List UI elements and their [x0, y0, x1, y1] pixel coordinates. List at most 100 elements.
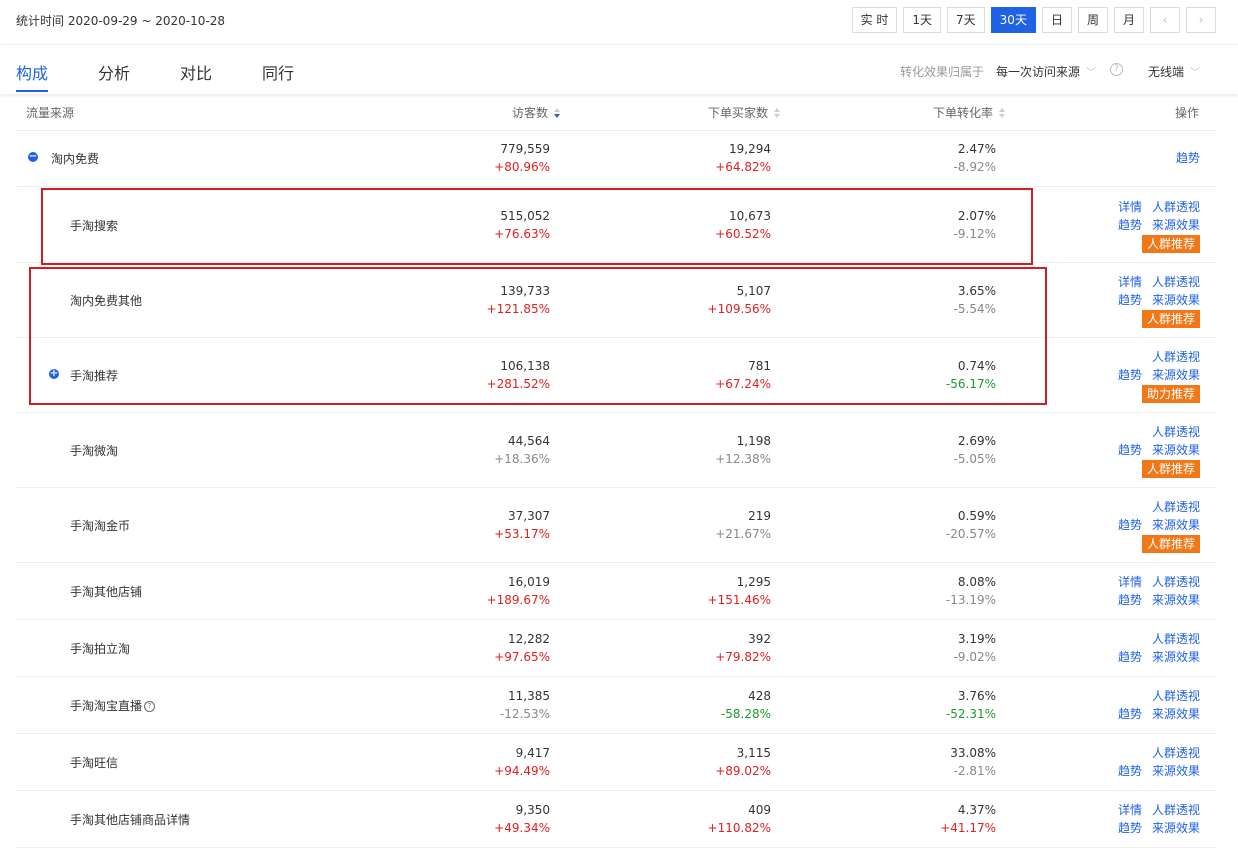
source-name: 手淘淘宝直播?	[70, 697, 156, 714]
source-effect-link[interactable]: 来源效果	[1152, 368, 1200, 382]
crowd-insight-link[interactable]: 人群透视	[1152, 632, 1200, 646]
visitors-change: +189.67%	[486, 592, 550, 607]
crowd-recommend-button[interactable]: 人群推荐	[1141, 534, 1200, 553]
collapse-icon[interactable]: −	[28, 152, 38, 162]
device-value: 无线端	[1148, 65, 1185, 79]
source-name-text: 手淘微淘	[70, 443, 119, 458]
source-effect-link[interactable]: 来源效果	[1152, 707, 1200, 721]
action-line: 人群推荐	[1108, 234, 1200, 253]
crowd-insight-link[interactable]: 人群透视	[1152, 425, 1200, 439]
detail-link[interactable]: 详情	[1118, 200, 1142, 214]
source-name: 淘内免费	[51, 150, 99, 167]
period-7day-button[interactable]: 7天	[947, 7, 985, 33]
crowd-insight-link[interactable]: 人群透视	[1152, 200, 1200, 214]
period-30day-button[interactable]: 30天	[990, 7, 1036, 33]
col-conversion[interactable]: 下单转化率	[933, 104, 1006, 121]
conversion-cell: 8.08% -13.19%	[846, 573, 996, 609]
source-effect-link[interactable]: 来源效果	[1152, 764, 1200, 778]
crowd-insight-link[interactable]: 人群透视	[1152, 689, 1200, 703]
tab-compare[interactable]: 对比	[180, 60, 212, 84]
buyers-change: +12.38%	[715, 451, 771, 466]
crowd-recommend-button[interactable]: 人群推荐	[1141, 309, 1200, 328]
crowd-insight-link[interactable]: 人群透视	[1152, 803, 1200, 817]
row-actions: 详情 人群透视 趋势 来源效果人群推荐	[1108, 198, 1200, 253]
col-visitors[interactable]: 访客数	[512, 104, 561, 121]
action-line: 人群透视	[1108, 744, 1200, 762]
period-realtime-button[interactable]: 实 时	[851, 7, 898, 33]
trend-link[interactable]: 趋势	[1176, 151, 1200, 165]
detail-link[interactable]: 详情	[1118, 803, 1142, 817]
col-buyers-label: 下单买家数	[708, 106, 769, 120]
crowd-insight-link[interactable]: 人群透视	[1152, 575, 1200, 589]
visitors-change: +80.96%	[494, 160, 550, 174]
device-select[interactable]: 无线端 ﹀	[1148, 63, 1200, 80]
source-effect-link[interactable]: 来源效果	[1152, 293, 1200, 307]
buyers-value: 219	[748, 508, 771, 523]
assist-recommend-button[interactable]: 助力推荐	[1141, 384, 1200, 403]
highlight-box	[29, 267, 1047, 405]
source-name-text: 手淘旺信	[70, 755, 119, 770]
source-name: 手淘淘金币	[70, 517, 130, 534]
col-visitors-label: 访客数	[512, 106, 549, 120]
help-icon[interactable]: ?	[1110, 63, 1123, 76]
trend-link[interactable]: 趋势	[1118, 764, 1142, 778]
col-buyers[interactable]: 下单买家数	[708, 104, 781, 121]
conversion-cell: 0.59% -20.57%	[846, 507, 996, 543]
source-name: 手淘拍立淘	[70, 640, 130, 657]
tab-analysis[interactable]: 分析	[98, 60, 130, 84]
action-line: 趋势 来源效果	[1108, 591, 1200, 609]
buyers-change: +151.46%	[707, 592, 771, 607]
period-day-button[interactable]: 日	[1041, 7, 1072, 33]
action-line: 人群透视	[1108, 630, 1200, 648]
source-name-text: 淘内免费	[51, 152, 100, 166]
crowd-recommend-button[interactable]: 人群推荐	[1141, 234, 1200, 253]
table-row: − 淘内免费 779,559 +80.96% 19,294 +64.82% 2.47% -8.…	[16, 130, 1216, 187]
crowd-recommend-button[interactable]: 人群推荐	[1141, 459, 1200, 478]
trend-link[interactable]: 趋势	[1118, 593, 1142, 607]
attribution-label: 转化效果归属于	[900, 65, 985, 79]
source-effect-link[interactable]: 来源效果	[1152, 218, 1200, 232]
trend-link[interactable]: 趋势	[1118, 368, 1142, 382]
conversion-cell: 33.08% -2.81%	[846, 744, 996, 780]
crowd-insight-link[interactable]: 人群透视	[1152, 350, 1200, 364]
buyers-change: +89.02%	[715, 763, 771, 778]
visitors-value: 16,019	[508, 574, 550, 589]
trend-link[interactable]: 趋势	[1118, 518, 1142, 532]
detail-link[interactable]: 详情	[1118, 275, 1142, 289]
conversion-cell: 3.19% -9.02%	[846, 630, 996, 666]
source-effect-link[interactable]: 来源效果	[1152, 821, 1200, 835]
source-effect-link[interactable]: 来源效果	[1152, 650, 1200, 664]
trend-link[interactable]: 趋势	[1118, 650, 1142, 664]
action-line: 趋势 来源效果	[1108, 705, 1200, 723]
trend-link[interactable]: 趋势	[1118, 707, 1142, 721]
trend-link[interactable]: 趋势	[1118, 218, 1142, 232]
source-effect-link[interactable]: 来源效果	[1152, 593, 1200, 607]
tab-peers[interactable]: 同行	[262, 60, 294, 84]
chevron-left-icon[interactable]: ‹	[1150, 7, 1180, 33]
row-actions: 趋势	[1166, 149, 1200, 167]
help-icon[interactable]: ?	[144, 700, 156, 712]
period-1day-button[interactable]: 1天	[903, 7, 942, 33]
tab-composition[interactable]: 构成	[16, 60, 48, 84]
visitors-value: 44,564	[508, 433, 550, 448]
trend-link[interactable]: 趋势	[1118, 443, 1142, 457]
buyers-value: 19,294	[729, 142, 771, 156]
trend-link[interactable]: 趋势	[1118, 293, 1142, 307]
conversion-cell: 2.69% -5.05%	[846, 432, 996, 468]
period-month-button[interactable]: 月	[1113, 7, 1144, 33]
attribution-value: 每一次访问来源	[996, 65, 1081, 79]
source-effect-link[interactable]: 来源效果	[1152, 518, 1200, 532]
source-effect-link[interactable]: 来源效果	[1152, 443, 1200, 457]
visitors-cell: 779,559 +80.96%	[400, 140, 550, 176]
crowd-insight-link[interactable]: 人群透视	[1152, 746, 1200, 760]
stat-time: 统计时间 2020-09-29 ~ 2020-10-28	[16, 14, 225, 28]
period-week-button[interactable]: 周	[1077, 7, 1108, 33]
crowd-insight-link[interactable]: 人群透视	[1152, 500, 1200, 514]
chevron-right-icon[interactable]: ›	[1186, 7, 1216, 33]
source-name: 手淘其他店铺	[70, 583, 142, 600]
trend-link[interactable]: 趋势	[1118, 821, 1142, 835]
attribution-select[interactable]: 每一次访问来源 ﹀	[996, 63, 1096, 80]
chevron-down-icon: ﹀	[1086, 68, 1097, 79]
crowd-insight-link[interactable]: 人群透视	[1152, 275, 1200, 289]
detail-link[interactable]: 详情	[1118, 575, 1142, 589]
